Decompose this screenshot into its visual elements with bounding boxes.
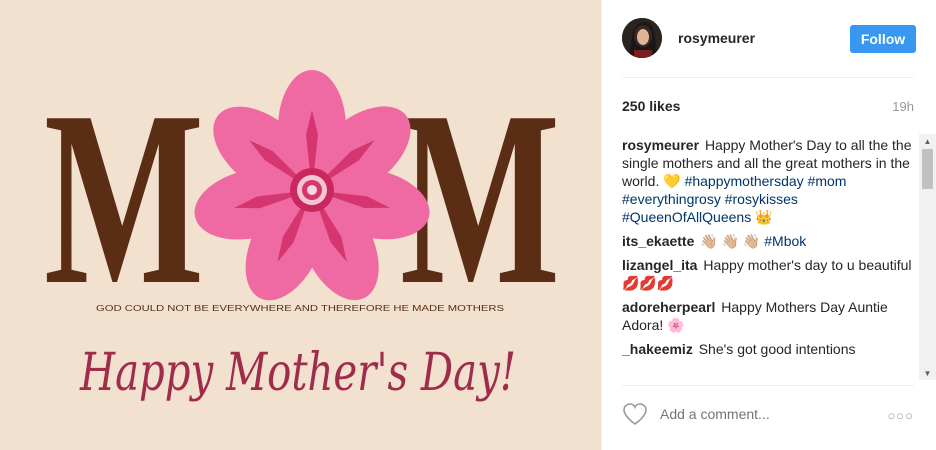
tagline-text: GOD COULD NOT BE EVERYWHERE AND THEREFOR… bbox=[96, 304, 504, 313]
comment-username[interactable]: _hakeemiz bbox=[622, 341, 693, 357]
hashtag-link[interactable]: #rosykisses bbox=[725, 191, 798, 207]
divider bbox=[622, 77, 914, 78]
post-header: rosymeurer Follow bbox=[622, 16, 916, 60]
post-time[interactable]: 19h bbox=[892, 99, 914, 114]
letter-m-left: M bbox=[44, 60, 204, 337]
comment-item: _hakeemiz She's got good intentions bbox=[622, 340, 914, 358]
post-sidebar: rosymeurer Follow 250 likes 19h rosymeur… bbox=[601, 0, 936, 450]
scroll-up-icon[interactable]: ▲ bbox=[919, 134, 936, 148]
comments-list: rosymeurer Happy Mother's Day to all the… bbox=[622, 136, 914, 380]
ellipsis-icon[interactable]: ○○○ bbox=[887, 408, 914, 423]
heart-icon[interactable] bbox=[622, 402, 648, 426]
hashtag-link[interactable]: #QueenOfAllQueens bbox=[622, 209, 751, 225]
yellow-heart-icon: 💛 bbox=[663, 173, 681, 189]
divider bbox=[622, 385, 914, 386]
comment-input[interactable] bbox=[660, 406, 880, 422]
profile-avatar[interactable] bbox=[622, 18, 662, 58]
hashtag-link[interactable]: #mom bbox=[808, 173, 847, 189]
comment-username[interactable]: its_ekaette bbox=[622, 233, 694, 249]
comment-item: adoreherpearl Happy Mothers Day Auntie A… bbox=[622, 298, 914, 334]
likes-row: 250 likes 19h bbox=[622, 97, 914, 115]
hashtag-link[interactable]: #happymothersday bbox=[685, 173, 804, 189]
add-comment-row: ○○○ bbox=[622, 398, 914, 430]
follow-button[interactable]: Follow bbox=[850, 25, 916, 53]
mom-artwork: M M GOD COULD NOT BE EVERYWHERE AND THER… bbox=[0, 0, 601, 450]
hashtag-link[interactable]: #everythingrosy bbox=[622, 191, 721, 207]
likes-count[interactable]: 250 likes bbox=[622, 98, 680, 114]
comment-username[interactable]: adoreherpearl bbox=[622, 299, 715, 315]
crown-icon: 👑 bbox=[755, 209, 773, 225]
avatar-icon bbox=[622, 18, 662, 58]
post-image[interactable]: M M GOD COULD NOT BE EVERYWHERE AND THER… bbox=[0, 0, 601, 450]
hashtag-link[interactable]: #Mbok bbox=[764, 233, 806, 249]
comment-item: lizangel_ita Happy mother's day to u bea… bbox=[622, 256, 914, 292]
scroll-down-icon[interactable]: ▼ bbox=[919, 366, 936, 380]
caption-username[interactable]: rosymeurer bbox=[622, 137, 699, 153]
comment-text: She's got good intentions bbox=[698, 341, 856, 357]
scroll-thumb[interactable] bbox=[922, 149, 933, 189]
post-username[interactable]: rosymeurer bbox=[678, 30, 755, 46]
caption: rosymeurer Happy Mother's Day to all the… bbox=[622, 136, 914, 226]
comment-username[interactable]: lizangel_ita bbox=[622, 257, 697, 273]
comment-item: its_ekaette 👋🏼 👋🏼 👋🏼 #Mbok bbox=[622, 232, 914, 250]
comment-text: 👋🏼 👋🏼 👋🏼 bbox=[700, 233, 761, 249]
comments-scrollbar[interactable]: ▲ ▼ bbox=[919, 134, 936, 380]
happy-mothers-day-script: Happy Mother's Day! bbox=[79, 343, 516, 403]
